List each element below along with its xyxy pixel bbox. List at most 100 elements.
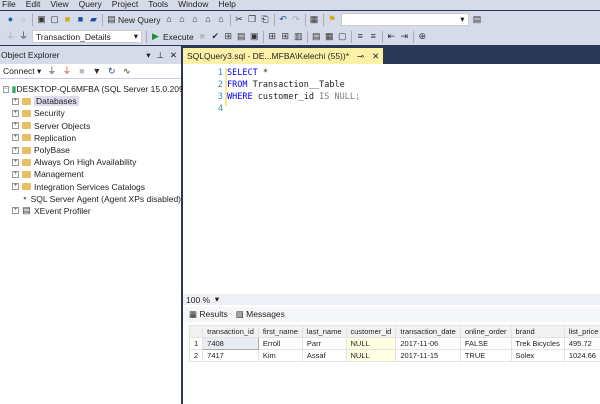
search-combo[interactable]: ▾ <box>340 13 469 26</box>
outdent-icon[interactable]: ⇤ <box>387 32 396 41</box>
tab-messages[interactable]: ▨ Messages <box>236 309 285 320</box>
menu-help[interactable]: Help <box>216 0 243 10</box>
expand-icon[interactable]: + <box>12 97 19 105</box>
cell[interactable]: 1024.66 <box>563 349 600 362</box>
live-stats-icon[interactable]: ⊞ <box>281 32 290 41</box>
cell[interactable]: NULL <box>345 349 397 362</box>
indent-icon[interactable]: ⇥ <box>400 32 409 41</box>
disconnect-icon[interactable]: ⏚ <box>62 66 71 76</box>
close-icon[interactable]: ✕ <box>170 50 177 61</box>
menu-tools[interactable]: Tools <box>146 0 176 10</box>
menu-project[interactable]: Project <box>110 0 146 10</box>
specify-values-icon[interactable]: ⊕ <box>418 32 427 41</box>
copy-icon[interactable]: ❐ <box>248 15 257 24</box>
cell[interactable]: Kim <box>257 349 303 362</box>
save-icon[interactable]: ■ <box>76 15 85 24</box>
close-tab-icon[interactable]: ✕ <box>372 51 379 62</box>
paste-icon[interactable]: ⎗ <box>261 15 270 24</box>
code-area[interactable]: 1 SELECT * 2 FROM Transaction__Table 3 W… <box>183 66 600 294</box>
cell[interactable]: Erroll <box>257 337 303 350</box>
tree-item-databases[interactable]: + Databases <box>0 95 181 107</box>
plan-icon[interactable]: ⊞ <box>224 32 233 41</box>
stop-icon[interactable]: ■ <box>77 66 86 76</box>
parse-icon[interactable]: ✔ <box>211 32 220 41</box>
menu-window[interactable]: Window <box>176 0 216 10</box>
results-file-icon[interactable]: ▢ <box>338 32 347 41</box>
add-item-icon[interactable]: ▢ <box>50 15 59 24</box>
expand-icon[interactable]: + <box>12 146 19 154</box>
column-header[interactable]: list_price <box>563 325 600 338</box>
dax-query-icon[interactable]: ⌂ <box>217 15 226 24</box>
uncomment-icon[interactable]: ≡ <box>369 32 378 41</box>
solution-icon[interactable]: ▦ <box>310 15 319 24</box>
pin-icon[interactable]: ⊥ <box>156 50 163 61</box>
results-grid-icon[interactable]: ▦ <box>325 32 334 41</box>
cell[interactable]: 7417 <box>202 349 259 362</box>
mdx-query-icon[interactable]: ⌂ <box>178 15 187 24</box>
forward-icon[interactable]: ○ <box>19 15 28 24</box>
pin-icon[interactable]: ⊸ <box>357 51 364 62</box>
back-icon[interactable]: ● <box>6 15 15 24</box>
menu-file[interactable]: File <box>0 0 24 10</box>
redo-icon[interactable]: ↷ <box>292 15 301 24</box>
dropdown-icon[interactable]: ▾ <box>146 50 150 61</box>
dmx-query-icon[interactable]: ⌂ <box>191 15 200 24</box>
database-select[interactable]: Transaction_Details ▾ <box>32 30 142 43</box>
cell[interactable]: 7408 <box>202 337 259 350</box>
connect-icon[interactable]: ⏚ <box>6 32 15 41</box>
new-query-button[interactable]: ▤ New Query <box>107 14 160 25</box>
undo-icon[interactable]: ↶ <box>279 15 288 24</box>
activity-monitor-icon[interactable]: ∿ <box>122 66 131 76</box>
expand-icon[interactable]: + <box>12 122 19 130</box>
cell[interactable]: Trek Bicycles <box>510 337 565 350</box>
cell[interactable]: 495.72 <box>563 337 600 350</box>
cell[interactable]: Assaf <box>301 349 347 362</box>
collapse-icon[interactable]: − <box>3 85 9 93</box>
cell[interactable]: TRUE <box>459 349 512 362</box>
menu-view[interactable]: View <box>48 0 76 10</box>
change-connection-icon[interactable]: ⏚ <box>19 32 28 41</box>
tree-item-security[interactable]: + Security <box>0 107 181 119</box>
connect-button[interactable]: Connect ▾ <box>3 66 41 77</box>
connect-plug-icon[interactable]: ⏚ <box>47 66 56 76</box>
row-number[interactable]: 1 <box>188 337 204 350</box>
tree-item-replication[interactable]: + Replication <box>0 132 181 144</box>
column-header[interactable]: transaction_id <box>202 325 259 338</box>
menu-edit[interactable]: Edit <box>24 0 49 10</box>
actual-plan-icon[interactable]: ⊞ <box>268 32 277 41</box>
refresh-icon[interactable]: ↻ <box>107 66 116 76</box>
save-all-icon[interactable]: ▰ <box>89 15 98 24</box>
tree-item-integration-services[interactable]: + Integration Services Catalogs <box>0 181 181 193</box>
expand-icon[interactable]: + <box>12 170 19 178</box>
open-file-icon[interactable]: ■ <box>63 15 72 24</box>
properties-icon[interactable]: ▤ <box>473 15 482 24</box>
expand-icon[interactable]: + <box>12 207 19 215</box>
column-header[interactable]: customer_id <box>345 325 397 338</box>
query-options-icon[interactable]: ▤ <box>237 32 246 41</box>
cell[interactable]: Solex <box>510 349 565 362</box>
cut-icon[interactable]: ✂ <box>235 15 244 24</box>
tree-item-server-objects[interactable]: + Server Objects <box>0 120 181 132</box>
tree-item-sql-agent[interactable]: ▪ SQL Server Agent (Agent XPs disabled) <box>0 193 181 205</box>
db-query-icon[interactable]: ⌂ <box>165 15 174 24</box>
column-header[interactable]: last_name <box>301 325 347 338</box>
filter-icon[interactable]: ▼ <box>92 66 101 76</box>
cell[interactable]: 2017-11-15 <box>395 349 461 362</box>
tree-server[interactable]: − ▮ DESKTOP-QL6MFBA (SQL Server 15.0.2095.… <box>0 83 196 95</box>
tree-item-polybase[interactable]: + PolyBase <box>0 144 181 156</box>
tree-item-always-on[interactable]: + Always On High Availability <box>0 156 181 168</box>
expand-icon[interactable]: + <box>12 158 19 166</box>
row-number[interactable]: 2 <box>188 349 204 362</box>
tree-item-xevent-profiler[interactable]: + ▤ XEvent Profiler <box>0 205 181 217</box>
menu-query[interactable]: Query <box>77 0 110 10</box>
stop-icon[interactable]: ■ <box>198 32 207 41</box>
tree-item-management[interactable]: + Management <box>0 168 181 180</box>
column-header[interactable]: first_name <box>257 325 303 338</box>
intellisense-icon[interactable]: ▣ <box>250 32 259 41</box>
tab-sqlquery3[interactable]: SQLQuery3.sql - DE...MFBA\Kelechi (55))*… <box>183 48 384 64</box>
client-stats-icon[interactable]: ▥ <box>294 32 303 41</box>
find-icon[interactable]: ⚑ <box>328 15 337 24</box>
new-project-icon[interactable]: ▣ <box>37 15 46 24</box>
cell[interactable]: 2017-11-06 <box>395 337 461 350</box>
zoom-select[interactable]: 100 % ▾ <box>183 294 600 305</box>
